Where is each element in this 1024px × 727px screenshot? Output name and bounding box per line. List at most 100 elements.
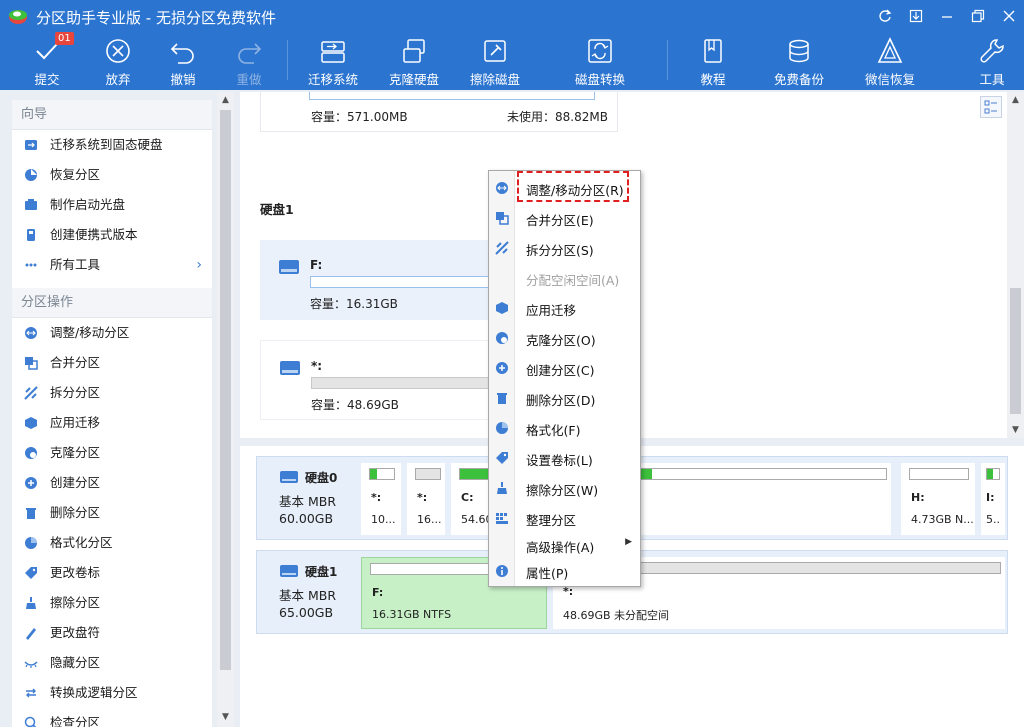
partition-name: F: xyxy=(310,258,323,272)
context-item-app-migrate[interactable]: 应用迁移 xyxy=(489,294,640,322)
wipe-disk-icon xyxy=(484,40,506,62)
undo-button[interactable]: 撤销 xyxy=(145,36,221,88)
scroll-up-arrow-icon[interactable]: ▲ xyxy=(217,92,234,108)
disk0-partition-block[interactable]: *: 10... xyxy=(361,463,401,535)
context-item-info[interactable]: 属性(P) xyxy=(489,557,640,585)
close-icon[interactable] xyxy=(993,0,1024,32)
sidebar-item-recover-partition[interactable]: 恢复分区 xyxy=(12,160,212,190)
context-item-allocate-space: 分配空闲空间(A) xyxy=(489,264,640,292)
drive-letter-icon xyxy=(26,628,36,640)
usage-bar xyxy=(909,468,969,480)
partition-size: 48.69GB 未分配空间 xyxy=(563,609,670,622)
usage-bar xyxy=(311,377,511,389)
clone-disk-label: 克隆硬盘 xyxy=(388,72,439,87)
usage-bar xyxy=(309,92,595,100)
sidebar-item-label[interactable]: 更改卷标 xyxy=(12,558,212,588)
context-item-label[interactable]: 设置卷标(L) xyxy=(489,444,640,472)
sidebar-item-format[interactable]: 格式化分区 xyxy=(12,528,212,558)
app-logo-icon xyxy=(9,10,27,24)
wipe-disk-button[interactable]: 擦除磁盘 xyxy=(457,36,533,88)
hide-icon xyxy=(24,661,38,668)
context-item-wipe[interactable]: 擦除分区(W) xyxy=(489,474,640,502)
restore-icon[interactable] xyxy=(962,0,993,32)
partition-card-f[interactable]: F: 容量：16.31GB xyxy=(260,240,510,320)
sidebar-item-more-tools[interactable]: 所有工具 › xyxy=(12,250,212,280)
disk0-partition-i[interactable]: I: 5.. xyxy=(981,463,1005,535)
partition-card-unallocated[interactable]: *: 容量：48.69GB xyxy=(260,340,511,420)
tutorial-button[interactable]: 教程 xyxy=(675,36,751,88)
disk0-partition-block[interactable]: *: 16... xyxy=(407,463,445,535)
migrate-os-button[interactable]: 迁移系统 xyxy=(295,36,371,88)
sidebar-item-app-migrate[interactable]: 应用迁移 xyxy=(12,408,212,438)
context-item-clone-partition[interactable]: 克隆分区(O) xyxy=(489,324,640,352)
scroll-up-arrow-icon[interactable]: ▲ xyxy=(1007,92,1024,108)
sidebar-item-label: 应用迁移 xyxy=(50,415,101,430)
tools-label: 工具 xyxy=(979,72,1005,87)
sidebar-item-convert-logical[interactable]: 转换成逻辑分区 xyxy=(12,678,212,708)
sidebar-item-usb-portable[interactable]: 创建便携式版本 xyxy=(12,220,212,250)
sidebar-item-migrate-ssd[interactable]: 迁移系统到固态硬盘 xyxy=(12,130,212,160)
partition-list-scrollbar[interactable]: ▲ ▼ xyxy=(1007,92,1024,438)
context-item-create-partition[interactable]: 创建分区(C) xyxy=(489,354,640,382)
submenu-arrow-icon: ▶ xyxy=(625,537,632,547)
sidebar-item-check[interactable]: 检查分区 xyxy=(12,708,212,727)
capacity-text: 容量：16.31GB xyxy=(310,297,398,311)
minimize-to-tray-icon[interactable] xyxy=(900,0,931,32)
sidebar-item-delete-partition[interactable]: 删除分区 xyxy=(12,498,212,528)
partition-letter: I: xyxy=(986,491,995,504)
sidebar-item-label: 更改盘符 xyxy=(50,625,101,640)
backup-icon xyxy=(789,39,809,63)
sidebar-item-create-partition[interactable]: 创建分区 xyxy=(12,468,212,498)
context-item-split[interactable]: 拆分分区(S) xyxy=(489,234,640,262)
view-toggle-button[interactable] xyxy=(980,96,1002,118)
sidebar-item-split[interactable]: 拆分分区 xyxy=(12,378,212,408)
sidebar-item-label: 合并分区 xyxy=(50,355,101,370)
redo-button[interactable]: 重做 xyxy=(211,36,287,88)
wechat-recovery-label: 微信恢复 xyxy=(864,72,915,87)
list-scroll-thumb[interactable] xyxy=(1010,288,1021,414)
bootable-media-icon xyxy=(25,199,37,210)
scroll-down-arrow-icon[interactable]: ▼ xyxy=(217,709,234,725)
sidebar-item-wipe[interactable]: 擦除分区 xyxy=(12,588,212,618)
disk-convert-label: 磁盘转换 xyxy=(574,72,625,87)
sidebar-scroll-thumb[interactable] xyxy=(220,110,231,670)
top-bar: 分区助手专业版 - 无损分区免费软件 01 提交 放弃 撤销 重做 迁移系统 克… xyxy=(0,0,1024,90)
highlight-annotation xyxy=(517,171,629,202)
wipe-disk-label: 擦除磁盘 xyxy=(469,72,520,87)
scroll-down-arrow-icon[interactable]: ▼ xyxy=(1007,422,1024,438)
clone-disk-icon xyxy=(403,39,425,63)
resize-move-icon xyxy=(496,182,508,194)
sidebar-item-hide[interactable]: 隐藏分区 xyxy=(12,648,212,678)
minimize-icon[interactable] xyxy=(931,0,962,32)
capacity-text: 容量：48.69GB xyxy=(311,398,399,412)
sidebar-item-clone-partition[interactable]: 克隆分区 xyxy=(12,438,212,468)
partition-letter: F: xyxy=(372,586,384,599)
hard-disk-icon xyxy=(280,565,298,577)
disk-size: 65.00GB xyxy=(279,605,334,620)
context-item-merge[interactable]: 合并分区(E) xyxy=(489,204,640,232)
sidebar-item-drive-letter[interactable]: 更改盘符 xyxy=(12,618,212,648)
commit-button[interactable]: 01 提交 xyxy=(9,32,85,88)
context-item-format[interactable]: 格式化(F) xyxy=(489,414,640,442)
sidebar-item-merge[interactable]: 合并分区 xyxy=(12,348,212,378)
sidebar-scrollbar[interactable]: ▲ ▼ xyxy=(217,92,234,727)
context-item-defrag[interactable]: 整理分区 xyxy=(489,504,640,532)
refresh-icon[interactable] xyxy=(869,0,900,32)
disk0-info: 硬盘0 基本 MBR 60.00GB xyxy=(257,457,357,539)
wechat-recovery-button[interactable]: 微信恢复 xyxy=(852,36,928,88)
partition-card[interactable]: 容量：571.00MB 未使用：88.82MB xyxy=(260,92,618,132)
context-item-delete-partition[interactable]: 删除分区(D) xyxy=(489,384,640,412)
partition-letter: C: xyxy=(461,491,474,504)
migrate-os-label: 迁移系统 xyxy=(307,72,358,87)
clone-disk-button[interactable]: 克隆硬盘 xyxy=(376,36,452,88)
partition-size: 4.73GB N... xyxy=(911,513,973,526)
context-item-advanced[interactable]: 高级操作(A) ▶ xyxy=(489,531,640,559)
disk-convert-button[interactable]: 磁盘转换 xyxy=(562,36,638,88)
free-backup-button[interactable]: 免费备份 xyxy=(761,36,837,88)
context-item-label: 高级操作(A) xyxy=(526,540,595,555)
defrag-icon xyxy=(496,513,508,524)
sidebar-item-bootable-media[interactable]: 制作启动光盘 xyxy=(12,190,212,220)
sidebar-item-resize-move[interactable]: 调整/移动分区 xyxy=(12,318,212,348)
tools-button[interactable]: 工具 xyxy=(954,36,1024,88)
disk0-partition-h[interactable]: H: 4.73GB N... xyxy=(901,463,975,535)
